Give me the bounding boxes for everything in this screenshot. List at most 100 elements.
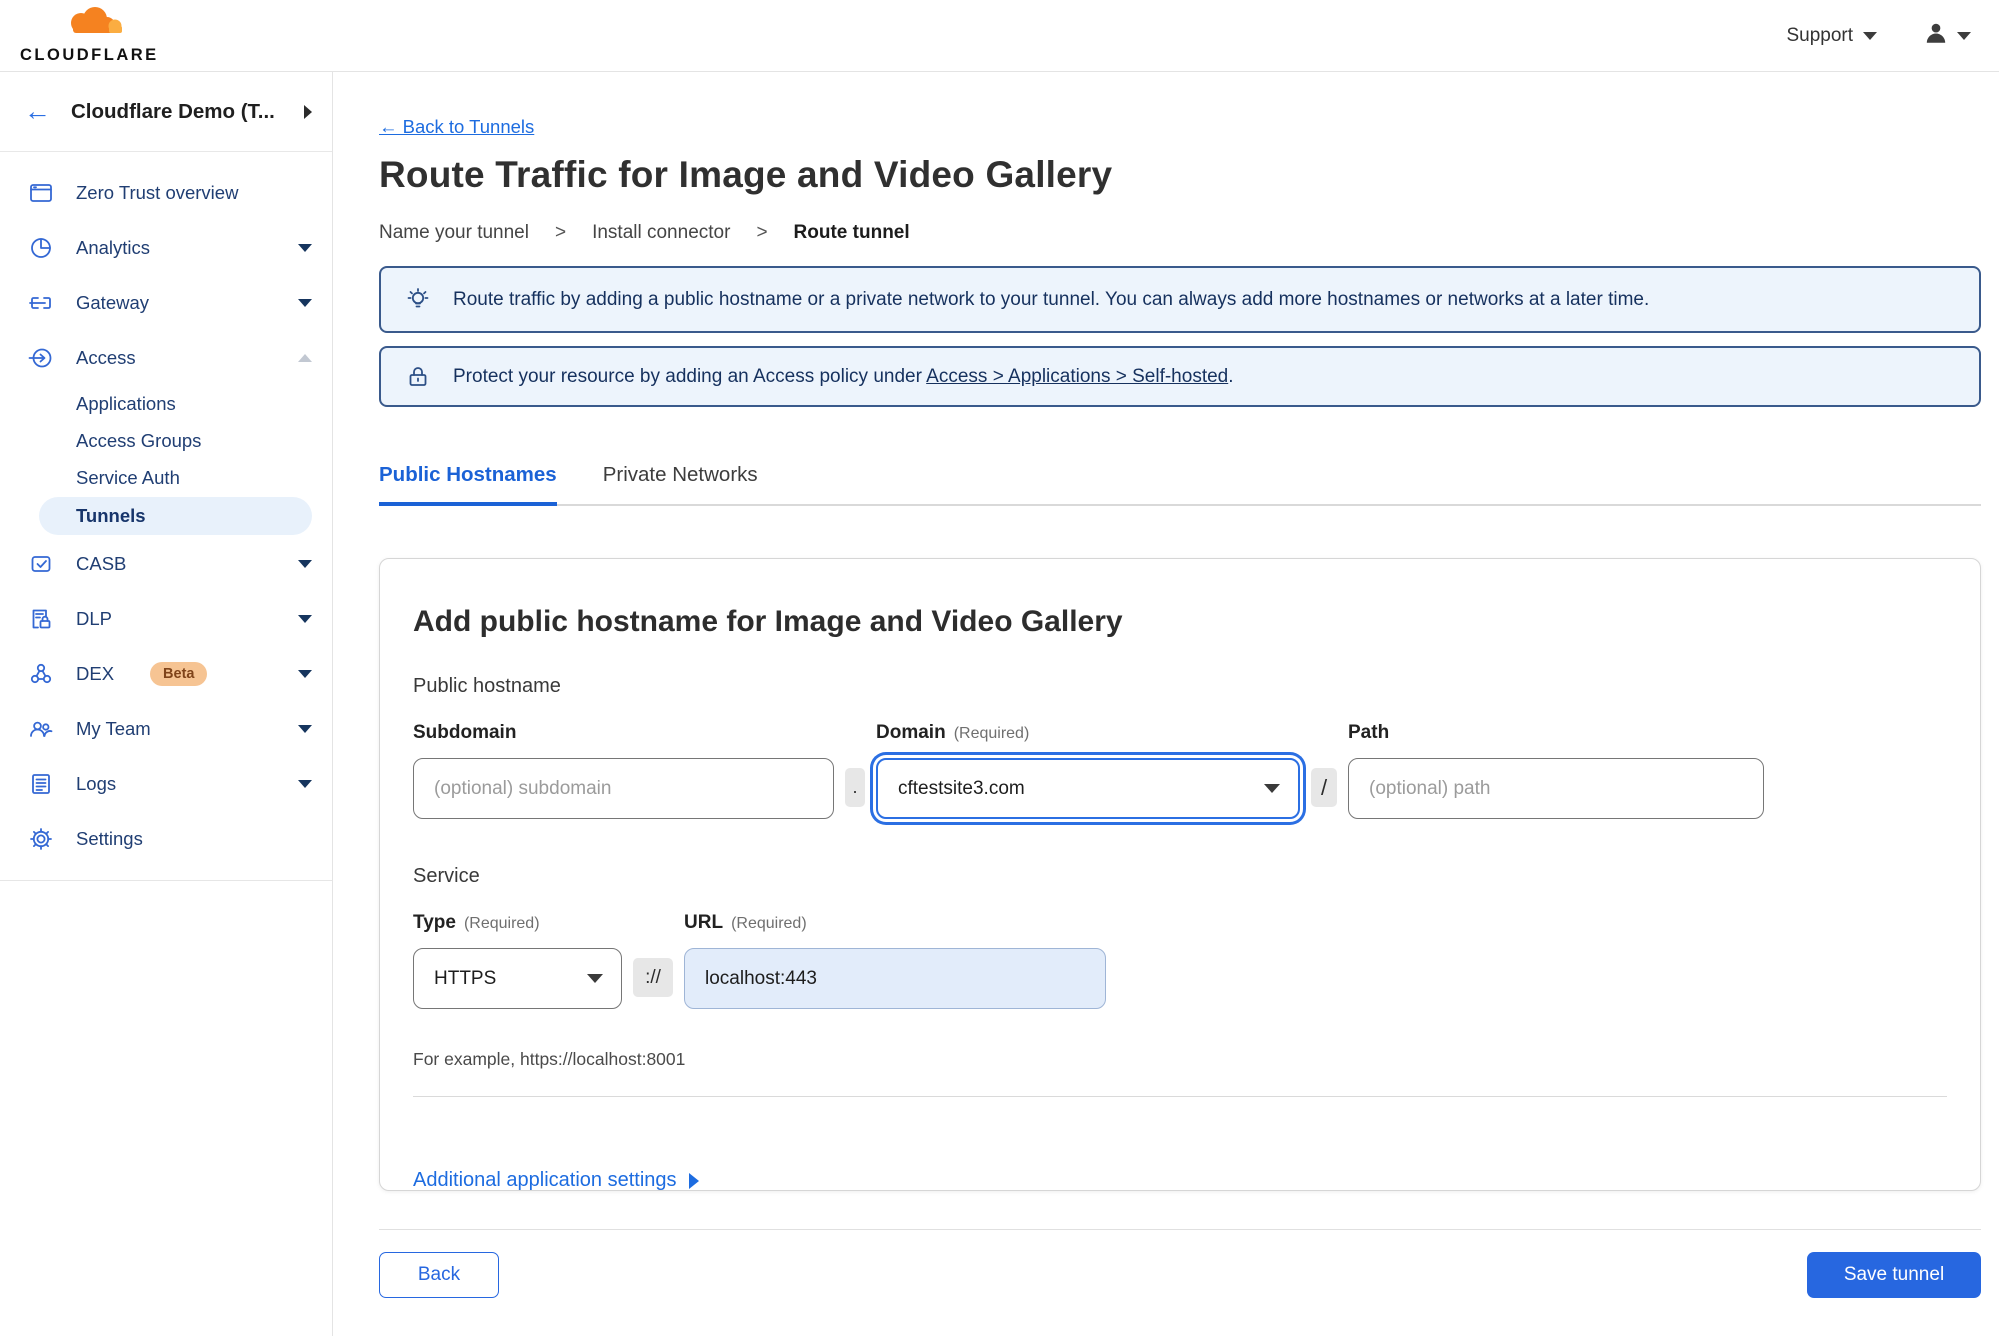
access-policy-banner-text: Protect your resource by adding an Acces… xyxy=(453,366,1234,388)
back-to-tunnels-link[interactable]: ← Back to Tunnels xyxy=(379,116,534,138)
service-type-label: Type (Required) xyxy=(413,912,540,933)
save-tunnel-button[interactable]: Save tunnel xyxy=(1807,1252,1981,1298)
dot-separator: . xyxy=(845,768,865,807)
support-label: Support xyxy=(1786,24,1853,46)
sidebar-item-tunnels[interactable]: Tunnels xyxy=(39,497,312,535)
chevron-down-icon xyxy=(298,243,312,252)
chevron-down-icon xyxy=(587,974,603,983)
chevron-down-icon xyxy=(1957,31,1971,40)
required-hint: (Required) xyxy=(731,915,807,932)
banner-text-suffix: . xyxy=(1228,365,1234,387)
sidebar-item-label: Analytics xyxy=(76,236,151,258)
topbar-right: Support xyxy=(1786,20,1971,51)
add-hostname-card: Add public hostname for Image and Video … xyxy=(379,558,1981,1191)
public-hostname-fields-row: Subdomain . Domain(Required) cftestsite3… xyxy=(413,722,1947,819)
account-name: Cloudflare Demo (T... xyxy=(71,99,275,123)
slash-separator: / xyxy=(1311,768,1337,807)
support-menu[interactable]: Support xyxy=(1786,25,1877,47)
service-section-label: Service xyxy=(413,865,480,887)
pie-chart-icon xyxy=(28,235,54,261)
gear-icon xyxy=(28,826,54,852)
user-avatar-icon xyxy=(1923,20,1949,51)
sidebar-item-label: DLP xyxy=(76,607,112,629)
hostname-tabs: Public Hostnames Private Networks xyxy=(379,463,1981,506)
sidebar-item-logs[interactable]: Logs xyxy=(0,756,332,811)
expand-right-icon[interactable] xyxy=(304,104,312,119)
footer-buttons: Back Save tunnel xyxy=(379,1252,1981,1298)
account-menu[interactable] xyxy=(1923,20,1971,51)
chevron-down-icon xyxy=(298,779,312,788)
domain-label: Domain (Required) xyxy=(876,722,1030,743)
service-fields-row: Type (Required) HTTPS :// URL (Required) xyxy=(413,912,1947,1009)
required-hint: (Required) xyxy=(953,725,1030,742)
additional-settings-label: Additional application settings xyxy=(413,1169,677,1191)
breadcrumb-step-install-connector[interactable]: Install connector xyxy=(592,222,730,244)
chevron-right-icon xyxy=(688,1172,699,1189)
path-label: Path xyxy=(1348,722,1390,743)
back-arrow-icon[interactable]: ← xyxy=(24,98,51,125)
sidebar-item-my-team[interactable]: My Team xyxy=(0,701,332,756)
app-root: CLOUDFLARE Support ← Cloudflare Demo (T.… xyxy=(0,0,1999,1336)
cloudflare-logo[interactable]: CLOUDFLARE xyxy=(20,6,159,65)
tab-private-networks[interactable]: Private Networks xyxy=(603,463,758,506)
casb-icon xyxy=(28,551,54,577)
sidebar-item-analytics[interactable]: Analytics xyxy=(0,220,332,275)
sidebar-item-label: Settings xyxy=(76,827,143,849)
sidebar-item-label: Zero Trust overview xyxy=(76,181,239,203)
tip-banner-text: Route traffic by adding a public hostnam… xyxy=(453,288,1650,310)
domain-select[interactable]: cftestsite3.com xyxy=(876,758,1300,819)
scheme-separator: :// xyxy=(633,958,673,997)
service-type-select[interactable]: HTTPS xyxy=(413,948,622,1009)
domain-selected-value: cftestsite3.com xyxy=(898,777,1025,799)
tab-public-hostnames[interactable]: Public Hostnames xyxy=(379,463,557,506)
additional-application-settings-link[interactable]: Additional application settings xyxy=(413,1169,699,1192)
topbar: CLOUDFLARE Support xyxy=(0,0,1999,72)
sidebar-subitem-label: Service Auth xyxy=(76,466,180,488)
banner-text-prefix: Protect your resource by adding an Acces… xyxy=(453,365,922,387)
sidebar-item-label: Gateway xyxy=(76,291,150,313)
service-type-selected-value: HTTPS xyxy=(434,967,497,989)
sidebar-divider xyxy=(0,880,332,881)
access-applications-self-hosted-link[interactable]: Access > Applications > Self-hosted xyxy=(926,366,1228,387)
chevron-down-icon xyxy=(298,669,312,678)
window-icon xyxy=(28,180,54,206)
public-hostname-section-label: Public hostname xyxy=(413,675,561,697)
path-input[interactable] xyxy=(1348,758,1764,819)
access-policy-banner: Protect your resource by adding an Acces… xyxy=(379,346,1981,407)
sidebar-header: ← Cloudflare Demo (T... xyxy=(0,72,332,152)
network-nodes-icon xyxy=(28,661,54,687)
sidebar-item-access-groups[interactable]: Access Groups xyxy=(0,422,332,459)
back-button[interactable]: Back xyxy=(379,1252,499,1298)
service-url-input[interactable] xyxy=(684,948,1106,1009)
breadcrumb-step-name-your-tunnel[interactable]: Name your tunnel xyxy=(379,222,529,244)
breadcrumb-separator: > xyxy=(756,222,768,243)
subdomain-input[interactable] xyxy=(413,758,834,819)
sidebar-item-label: DEX xyxy=(76,662,115,684)
cloudflare-wordmark: CLOUDFLARE xyxy=(20,46,159,64)
sidebar-item-label: Logs xyxy=(76,772,117,794)
chevron-down-icon xyxy=(298,614,312,623)
url-example-text: For example, https://localhost:8001 xyxy=(413,1049,686,1069)
sidebar-item-settings[interactable]: Settings xyxy=(0,811,332,866)
chevron-down-icon xyxy=(1264,784,1280,793)
logs-icon xyxy=(28,771,54,797)
breadcrumb-separator: > xyxy=(554,222,567,243)
card-heading: Add public hostname for Image and Video … xyxy=(413,605,1123,638)
sidebar-subitem-label: Access Groups xyxy=(76,429,202,451)
sidebar-item-dex[interactable]: DEX Beta xyxy=(0,646,332,701)
breadcrumb: Name your tunnel > Install connector > R… xyxy=(379,222,1981,244)
chevron-down-icon xyxy=(298,298,312,307)
sidebar-item-label: My Team xyxy=(76,717,151,739)
sidebar-item-applications[interactable]: Applications xyxy=(0,385,332,422)
breadcrumb-step-route-tunnel: Route tunnel xyxy=(793,222,910,243)
chevron-down-icon xyxy=(298,724,312,733)
people-icon xyxy=(28,716,54,742)
sidebar-item-casb[interactable]: CASB xyxy=(0,536,332,591)
sidebar-item-gateway[interactable]: Gateway xyxy=(0,275,332,330)
sidebar-subitem-label: Tunnels xyxy=(76,505,146,526)
sidebar-item-access[interactable]: Access xyxy=(0,330,332,385)
sidebar-item-zero-trust-overview[interactable]: Zero Trust overview xyxy=(0,165,332,220)
sidebar-item-service-auth[interactable]: Service Auth xyxy=(0,459,332,496)
sidebar-item-dlp[interactable]: DLP xyxy=(0,591,332,646)
sidebar: ← Cloudflare Demo (T... Zero Trust overv… xyxy=(0,72,333,1336)
